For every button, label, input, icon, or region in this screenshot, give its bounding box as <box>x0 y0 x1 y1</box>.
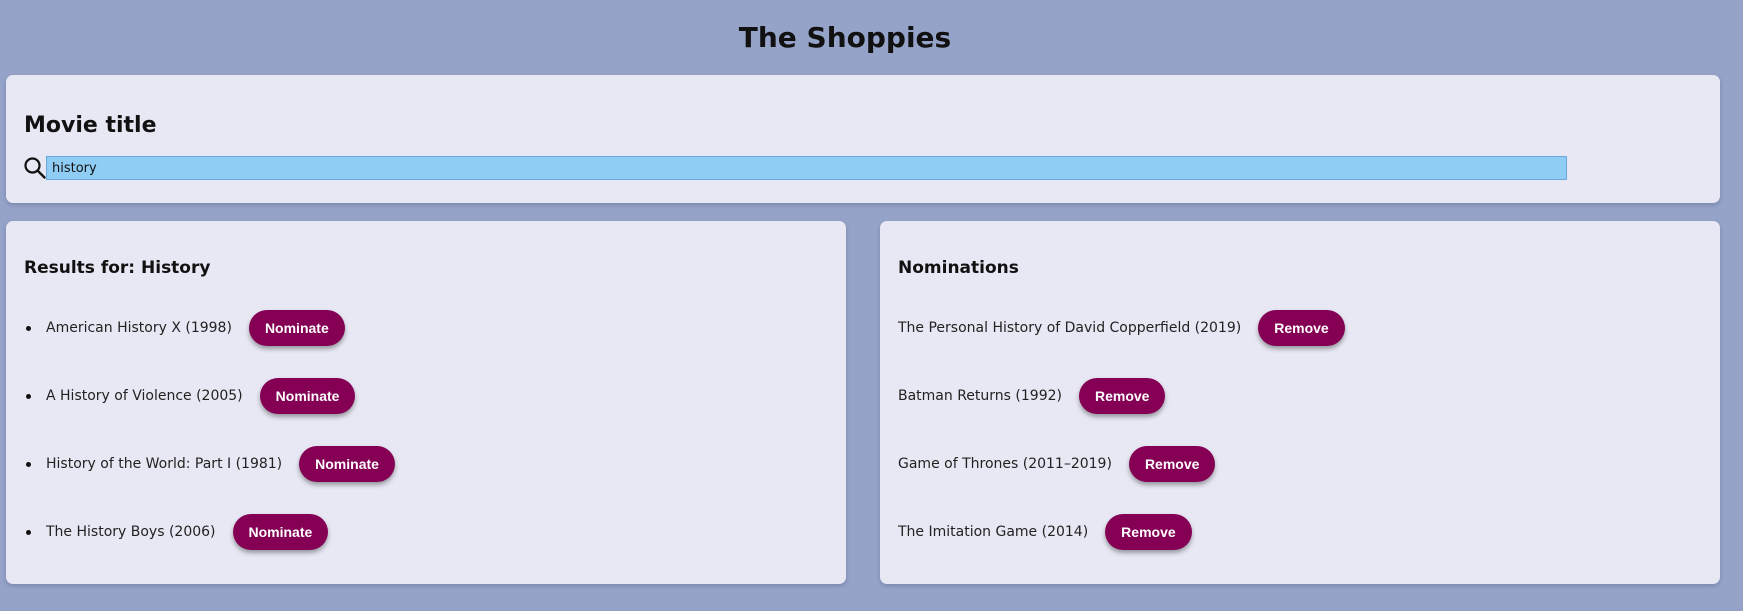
nominate-button[interactable]: Nominate <box>248 310 345 346</box>
nominations-list: The Personal History of David Copperfiel… <box>898 309 1345 551</box>
app-title: The Shoppies <box>738 21 952 54</box>
nomination-title: The Personal History of David Copperfiel… <box>898 320 1242 336</box>
result-item: The History Boys (2006) Nominate <box>24 513 395 551</box>
results-list: American History X (1998) Nominate A His… <box>24 309 395 551</box>
search-card: Movie title <box>6 75 1720 203</box>
nominations-heading: Nominations <box>898 258 1019 278</box>
result-title: A History of Violence (2005) <box>46 388 243 404</box>
nomination-title: Batman Returns (1992) <box>898 388 1062 404</box>
bullet-icon <box>26 529 31 535</box>
remove-button[interactable]: Remove <box>1128 446 1216 482</box>
nomination-title: The Imitation Game (2014) <box>898 524 1089 540</box>
remove-button[interactable]: Remove <box>1258 310 1345 346</box>
bullet-icon <box>26 393 31 399</box>
results-heading: Results for: History <box>24 258 211 278</box>
search-input[interactable] <box>46 156 1567 180</box>
nomination-item: The Imitation Game (2014) Remove <box>898 513 1345 551</box>
result-item: A History of Violence (2005) Nominate <box>24 377 395 415</box>
results-panel: Results for: History American History X … <box>6 221 846 584</box>
nomination-item: Game of Thrones (2011–2019) Remove <box>898 445 1345 483</box>
result-title: The History Boys (2006) <box>46 524 216 540</box>
result-title: American History X (1998) <box>46 320 232 336</box>
result-item: American History X (1998) Nominate <box>24 309 395 347</box>
nominations-panel: Nominations The Personal History of Davi… <box>880 221 1720 584</box>
remove-button[interactable]: Remove <box>1078 378 1166 414</box>
nomination-title: Game of Thrones (2011–2019) <box>898 456 1112 472</box>
bullet-icon <box>26 461 31 467</box>
nomination-item: Batman Returns (1992) Remove <box>898 377 1345 415</box>
search-icon <box>23 156 47 180</box>
result-title: History of the World: Part I (1981) <box>46 456 283 472</box>
nominate-button[interactable]: Nominate <box>232 514 329 550</box>
nominate-button[interactable]: Nominate <box>299 446 395 482</box>
nominate-button[interactable]: Nominate <box>259 378 356 414</box>
search-heading: Movie title <box>24 113 157 138</box>
result-item: History of the World: Part I (1981) Nomi… <box>24 445 395 483</box>
remove-button[interactable]: Remove <box>1105 514 1192 550</box>
nomination-item: The Personal History of David Copperfiel… <box>898 309 1345 347</box>
bullet-icon <box>26 325 31 331</box>
